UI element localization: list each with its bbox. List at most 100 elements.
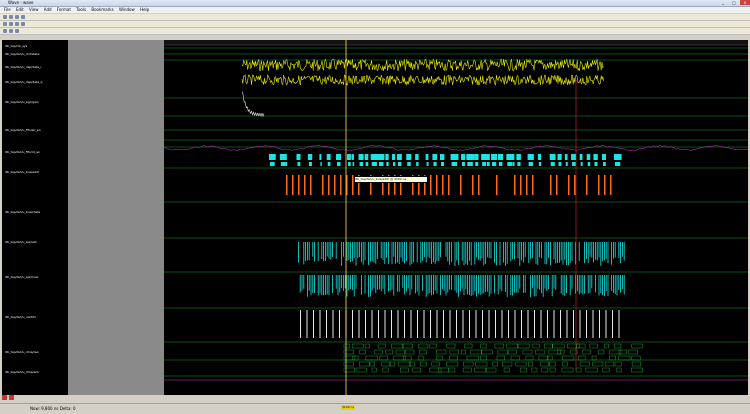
close-button[interactable]: × [740, 0, 750, 5]
cyan-pulse [434, 275, 436, 291]
menu-tools[interactable]: Tools [76, 7, 86, 12]
cursor-icon[interactable] [21, 22, 25, 26]
bus-segment [347, 154, 351, 160]
cyan-pulse [551, 275, 553, 297]
cyan-pulse [562, 242, 564, 265]
minimize-button[interactable]: _ [718, 0, 728, 5]
menu-window[interactable]: Window [119, 7, 135, 12]
cyan-pulse [542, 275, 544, 297]
cyan-pulse [321, 275, 323, 296]
step-icon[interactable] [9, 29, 13, 33]
cyan-pulse [357, 242, 359, 259]
cyan-pulse [479, 242, 481, 261]
green-bus-segment [609, 349, 622, 355]
signal-name[interactable]: /tb_top/dut/u_fifo/wr_en [5, 128, 41, 132]
menu-add[interactable]: Add [44, 7, 52, 12]
white-pulse [501, 310, 503, 338]
signal-name[interactable]: /tb_top/dut/u_dma/req [5, 350, 39, 354]
signal-name[interactable]: /tb_top/clk_sys [5, 44, 27, 48]
save-icon[interactable] [15, 15, 19, 19]
cyan-pulse [541, 275, 542, 294]
green-bus-segment [602, 367, 610, 373]
green-bus-segment [525, 355, 534, 361]
menu-edit[interactable]: Edit [16, 7, 24, 12]
error-icon[interactable] [2, 395, 7, 400]
bus-segment [378, 154, 385, 160]
menu-view[interactable]: View [29, 7, 39, 12]
cyan-pulse [393, 275, 395, 296]
stop-icon[interactable] [15, 29, 19, 33]
cyan-pulse [422, 242, 423, 261]
warning-icon[interactable] [9, 395, 15, 400]
signal-name[interactable]: /tb_top/dut/u_bus/rdata [5, 210, 40, 214]
green-bus-segment [351, 343, 364, 349]
green-bus-segment [419, 361, 427, 367]
zoom-out-icon[interactable] [9, 22, 13, 26]
cyan-pulse [328, 275, 330, 295]
white-pulse [560, 310, 561, 338]
maximize-button[interactable]: □ [729, 0, 739, 5]
bus-segment [579, 154, 583, 160]
signal-name[interactable]: /tb_top/dut/u_agc/gain [5, 100, 39, 104]
cyan-pulse [364, 242, 366, 261]
time-ruler[interactable] [164, 40, 748, 45]
bus-segment [441, 162, 445, 166]
toolbar-zoom [0, 21, 750, 28]
orange-pulse [442, 175, 444, 195]
bus-segment [482, 162, 487, 166]
green-bus-segment [578, 355, 586, 361]
bus-segment [296, 154, 301, 160]
menu-bookmarks[interactable]: Bookmarks [91, 7, 113, 12]
signal-names-pane[interactable]: /tb_top/clk_sys /tb_top/dut/u_ctrl/state… [2, 40, 68, 395]
bus-segment [336, 162, 341, 166]
analog-trace-i [241, 58, 604, 72]
green-bus-segment [374, 349, 383, 355]
run-icon[interactable] [3, 29, 7, 33]
open-icon[interactable] [9, 15, 13, 19]
bus-segment [564, 154, 568, 160]
zoom-fit-icon[interactable] [15, 22, 19, 26]
bus-segment [572, 162, 576, 166]
signal-name[interactable]: /tb_top/dut/u_dma/ack [5, 370, 39, 374]
menu-help[interactable]: Help [140, 7, 149, 12]
signal-name[interactable]: /tb_top/dut/u_uart/tx [5, 315, 36, 319]
green-bus-segment [552, 343, 565, 349]
zoom-in-icon[interactable] [3, 22, 7, 26]
white-pulse [482, 310, 483, 338]
signal-name[interactable]: /tb_top/dut/u_fifo/rd_en [5, 150, 40, 154]
cyan-pulse [586, 242, 587, 259]
cyan-pulse [375, 275, 377, 294]
cyan-pulse [341, 275, 342, 289]
green-bus-segment [567, 343, 580, 349]
print-icon[interactable] [21, 15, 25, 19]
signal-name[interactable]: /tb_top/dut/u_spi/sclk [5, 240, 37, 244]
cyan-pulse [544, 242, 546, 265]
signal-values-pane[interactable] [68, 40, 164, 395]
cyan-pulse [440, 275, 441, 296]
signal-name[interactable]: /tb_top/dut/u_bus/addr [5, 170, 39, 174]
menu-format[interactable]: Format [57, 7, 71, 12]
cyan-pulse [380, 242, 382, 259]
cyan-pulse [398, 242, 400, 264]
menu-file[interactable]: File [4, 7, 11, 12]
bus-segment [549, 154, 556, 160]
cyan-pulse [469, 275, 470, 296]
cyan-pulse [409, 242, 411, 266]
signal-name[interactable]: /tb_top/dut/u_dsp/data_i [5, 65, 41, 69]
green-bus-segment [438, 367, 450, 373]
orange-pulse [460, 175, 462, 195]
signal-name[interactable]: /tb_top/dut/u_spi/mosi [5, 275, 38, 279]
signal-name[interactable]: /tb_top/dut/u_ctrl/state [5, 52, 39, 56]
green-bus-segment [449, 349, 459, 355]
cyan-pulse [587, 242, 589, 264]
cyan-pulse [431, 275, 432, 296]
green-bus-segment [532, 343, 540, 349]
bus-segment [280, 162, 286, 166]
waveform-canvas[interactable] [164, 40, 748, 395]
cyan-pulse [346, 275, 348, 297]
signal-name[interactable]: /tb_top/dut/u_dsp/data_q [5, 80, 42, 84]
green-bus-segment [575, 367, 582, 373]
cyan-pulse [514, 242, 515, 260]
bus-segment [498, 162, 503, 166]
new-icon[interactable] [3, 15, 7, 19]
